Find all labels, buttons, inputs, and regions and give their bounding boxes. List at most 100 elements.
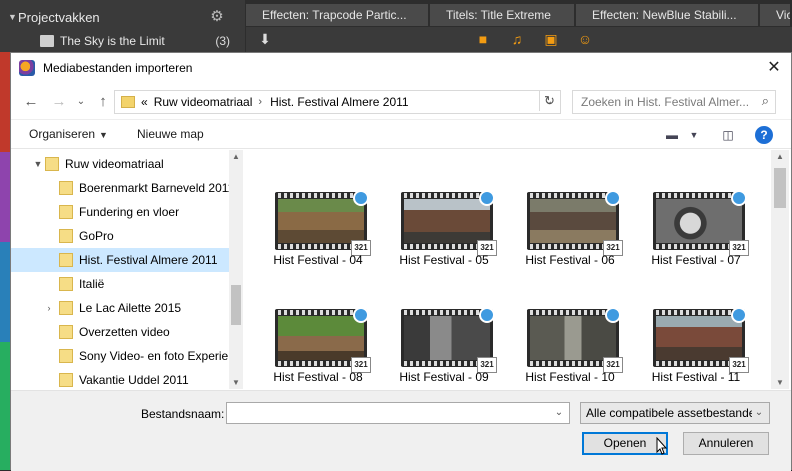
gear-icon[interactable]: ⚙: [208, 8, 226, 26]
back-arrow-icon[interactable]: ←: [21, 92, 41, 112]
tree-scrollbar[interactable]: ▲ ▼: [229, 150, 243, 389]
file-item[interactable]: 321 Hist Festival - 05: [389, 190, 499, 292]
tree-item[interactable]: Fundering en vloer: [11, 200, 229, 224]
dialog-footer: Bestandsnaam: ⌄ Alle compatibele assetbe…: [11, 390, 791, 471]
tree-item-selected[interactable]: Hist. Festival Almere 2011: [11, 248, 229, 272]
help-icon[interactable]: ?: [755, 126, 773, 144]
tree-item[interactable]: Italië: [11, 272, 229, 296]
folder-icon: [59, 373, 73, 387]
file-type-select[interactable]: Alle compatibele assetbestande ⌄: [580, 402, 770, 424]
new-folder-button[interactable]: Nieuwe map: [137, 127, 204, 141]
scroll-down-icon[interactable]: ▼: [771, 378, 789, 387]
project-item[interactable]: The Sky is the Limit (3): [40, 32, 230, 50]
video-thumbnail: 321: [653, 307, 749, 373]
close-icon[interactable]: ✕: [763, 57, 785, 79]
file-name: Hist Festival - 07: [651, 253, 741, 267]
file-name: Hist Festival - 05: [399, 253, 489, 267]
tree-item-label: Boerenmarkt Barneveld 2011: [79, 181, 235, 195]
video-thumbnail: 321: [401, 190, 497, 256]
folder-icon: [59, 277, 73, 291]
file-item[interactable]: 321 Hist Festival - 04: [263, 190, 373, 292]
project-panel-header[interactable]: ▼ Projectvakken: [0, 6, 240, 28]
tab-more[interactable]: Vic: [760, 4, 792, 26]
view-dropdown-icon[interactable]: ▼: [685, 127, 703, 143]
breadcrumb-segment[interactable]: Ruw videomatriaal: [154, 95, 253, 109]
scroll-up-icon[interactable]: ▲: [229, 152, 243, 161]
cancel-button[interactable]: Annuleren: [683, 432, 769, 455]
premiere-badge-icon: [605, 190, 621, 206]
tree-item[interactable]: Vakantie Uddel 2011: [11, 368, 229, 389]
tree-item[interactable]: Sony Video- en foto Experien: [11, 344, 235, 368]
organize-menu[interactable]: Organiseren ▼: [29, 127, 108, 141]
tree-item[interactable]: › Le Lac Ailette 2015: [11, 296, 229, 320]
folder-icon: [45, 157, 59, 171]
search-icon[interactable]: ⌕: [762, 93, 769, 109]
premiere-badge-icon: [479, 190, 495, 206]
chevron-down-icon[interactable]: ⌄: [752, 403, 766, 423]
tab-trapcode[interactable]: Effecten: Trapcode Partic...: [246, 4, 430, 26]
import-dialog: Mediabestanden importeren ✕ ← → ⌄ ↑ « Ru…: [10, 52, 792, 471]
file-item[interactable]: 321 Hist Festival - 07: [641, 190, 751, 292]
file-grid: 321 Hist Festival - 04 321 Hist Festival…: [245, 150, 771, 389]
premiere-badge-icon: [353, 307, 369, 323]
tree-item[interactable]: Boerenmarkt Barneveld 2011: [11, 176, 234, 200]
organize-label: Organiseren: [29, 127, 96, 141]
import-icon[interactable]: ⬇: [256, 31, 274, 47]
video-thumbnail: 321: [275, 190, 371, 256]
effect-tabs: Effecten: Trapcode Partic... Titels: Tit…: [246, 4, 792, 26]
filename-field[interactable]: ⌄: [226, 402, 570, 424]
preview-pane-icon[interactable]: ◫: [719, 127, 737, 143]
content-scrollbar[interactable]: ▲ ▼: [771, 150, 789, 389]
view-options-icon[interactable]: ▬: [663, 127, 681, 143]
folder-icon: [121, 96, 135, 108]
scrollbar-thumb[interactable]: [774, 168, 786, 208]
file-type-value: Alle compatibele assetbestande: [586, 406, 756, 420]
recent-dropdown-icon[interactable]: ⌄: [71, 92, 91, 112]
file-item[interactable]: 321 Hist Festival - 06: [515, 190, 625, 292]
folder-tree: ▼ Ruw videomatriaal Boerenmarkt Barnevel…: [11, 150, 243, 389]
app-logo-icon: [19, 60, 35, 76]
file-name: Hist Festival - 06: [525, 253, 615, 267]
video-icon[interactable]: ■: [474, 31, 492, 47]
scroll-up-icon[interactable]: ▲: [771, 152, 789, 161]
chevron-down-icon: ▼: [99, 130, 108, 140]
folder-icon: [59, 325, 73, 339]
file-name: Hist Festival - 04: [273, 253, 363, 267]
tree-item-root[interactable]: ▼ Ruw videomatriaal: [11, 152, 229, 176]
up-arrow-icon[interactable]: ↑: [93, 92, 113, 112]
refresh-icon[interactable]: ↻: [539, 91, 559, 111]
folder-icon: [59, 229, 73, 243]
chevron-down-icon[interactable]: ⌄: [552, 403, 566, 423]
tree-item-label: Le Lac Ailette 2015: [79, 301, 182, 315]
video-thumbnail: 321: [401, 307, 497, 373]
project-panel-title: Projectvakken: [18, 9, 100, 25]
scrollbar-thumb[interactable]: [231, 285, 241, 325]
photo-icon[interactable]: ▣: [542, 31, 560, 47]
tab-newblue[interactable]: Effecten: NewBlue Stabili...: [576, 4, 760, 26]
video-thumbnail: 321: [275, 307, 371, 373]
premiere-badge-icon: [605, 307, 621, 323]
breadcrumb-segment-current[interactable]: Hist. Festival Almere 2011: [270, 95, 409, 109]
tree-item[interactable]: GoPro: [11, 224, 229, 248]
search-input[interactable]: Zoeken in Hist. Festival Almer... ⌕: [572, 90, 776, 114]
breadcrumb-overflow[interactable]: «: [141, 95, 148, 109]
expanded-chevron-icon[interactable]: ▼: [31, 159, 45, 169]
file-name: Hist Festival - 08: [273, 370, 363, 384]
tree-item-label: Vakantie Uddel 2011: [79, 373, 189, 387]
breadcrumb-chevron-icon[interactable]: ›: [258, 96, 262, 108]
tree-item-label: Italië: [79, 277, 105, 291]
folder-icon: [59, 349, 73, 363]
tree-item[interactable]: Overzetten video: [11, 320, 229, 344]
collapse-triangle-icon[interactable]: ▼: [0, 12, 17, 22]
scroll-down-icon[interactable]: ▼: [229, 378, 243, 387]
smiley-icon[interactable]: ☺: [576, 31, 594, 47]
address-bar[interactable]: « Ruw videomatriaal › Hist. Festival Alm…: [114, 90, 561, 114]
tab-title-extreme[interactable]: Titels: Title Extreme: [430, 4, 576, 26]
music-icon[interactable]: ♫: [508, 31, 526, 47]
forward-arrow-icon[interactable]: →: [49, 92, 69, 112]
color-strip: [0, 52, 10, 470]
navigation-row: ← → ⌄ ↑ « Ruw videomatriaal › Hist. Fest…: [11, 87, 791, 117]
mouse-cursor-icon: [656, 437, 668, 455]
collapsed-chevron-icon[interactable]: ›: [39, 303, 59, 313]
tree-item-label: Fundering en vloer: [79, 205, 180, 219]
